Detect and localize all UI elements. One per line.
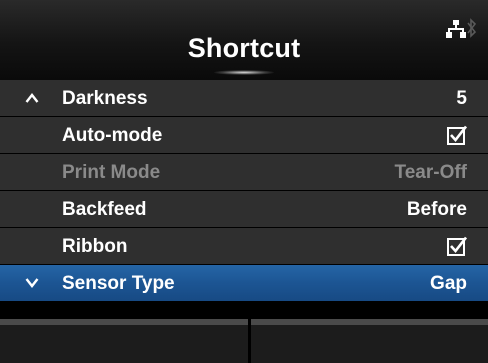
right-softkey[interactable] [251,319,488,363]
shortcut-screen: Shortcut Darkness 5 Auto-mode Print Mode… [0,0,488,363]
menu-item-print-mode: Print Mode Tear-Off [0,154,488,190]
menu-item-value: Tear-Off [394,162,467,183]
chevron-up-icon [25,93,39,103]
bluetooth-icon [467,18,477,38]
menu-item-sensor-type[interactable]: Sensor Type Gap [0,265,488,301]
title-underline-glow [214,70,274,75]
menu-item-auto-mode[interactable]: Auto-mode [0,117,488,153]
menu-item-label: Sensor Type [62,273,175,294]
settings-menu: Darkness 5 Auto-mode Print Mode Tear-Off… [0,80,488,302]
menu-item-label: Print Mode [62,162,161,183]
menu-item-ribbon[interactable]: Ribbon [0,228,488,264]
menu-item-value: 5 [456,88,467,109]
network-icon [446,20,466,38]
chevron-down-icon [25,278,39,288]
menu-item-label: Ribbon [62,236,128,257]
menu-item-value: Before [406,199,467,220]
checkbox-checked-icon[interactable] [447,125,467,145]
menu-item-label: Auto-mode [62,125,163,146]
menu-item-label: Backfeed [62,199,147,220]
menu-item-backfeed[interactable]: Backfeed Before [0,191,488,227]
softkey-bar [0,319,488,363]
menu-item-value: Gap [430,273,467,294]
checkbox-checked-icon[interactable] [447,236,467,256]
left-softkey[interactable] [0,319,248,363]
page-title: Shortcut [187,33,301,63]
menu-item-label: Darkness [62,88,148,109]
menu-item-darkness[interactable]: Darkness 5 [0,80,488,116]
header-bar: Shortcut [0,0,488,80]
